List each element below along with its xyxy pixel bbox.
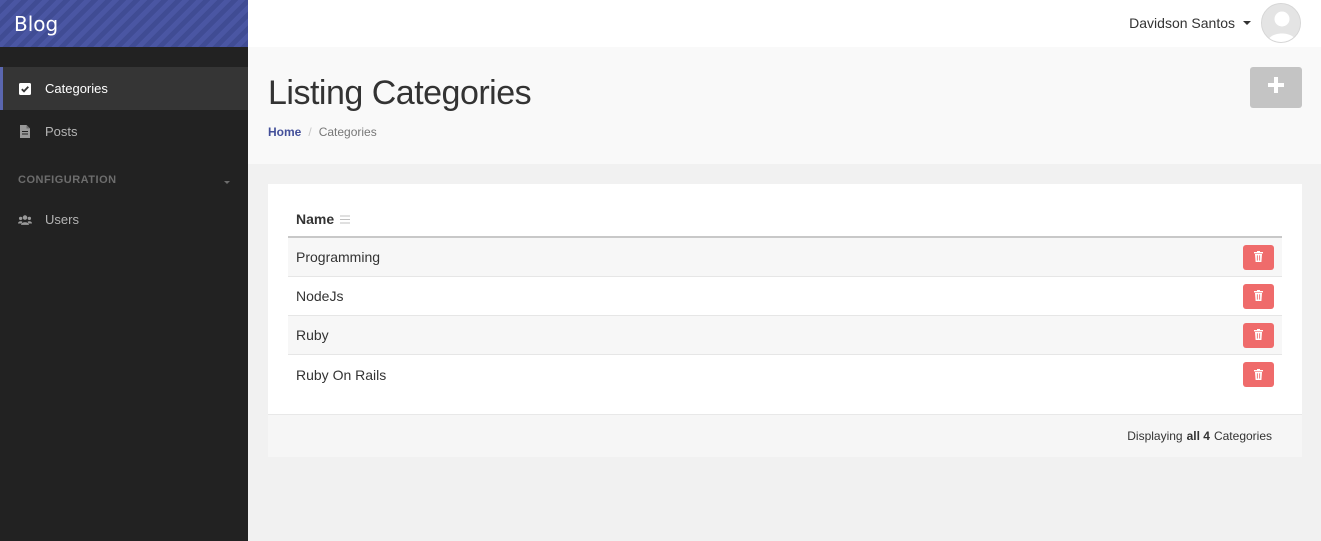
trash-icon	[1254, 249, 1263, 265]
table-body: Programming NodeJs Ruby Ruby On Rails	[288, 238, 1282, 394]
breadcrumb-separator: /	[308, 125, 312, 139]
category-name: Ruby	[296, 327, 329, 343]
brand[interactable]: Blog	[0, 0, 248, 47]
sort-icon[interactable]	[340, 211, 351, 227]
category-name: Programming	[296, 249, 381, 265]
brand-title[interactable]: Blog	[14, 12, 58, 36]
delete-button[interactable]	[1243, 283, 1274, 309]
section-header-label: CONFIGURATION	[18, 174, 117, 186]
categories-card: Name Programming NodeJs Ruby Ruby On Rai…	[268, 184, 1302, 457]
plus-icon	[1268, 77, 1284, 98]
chevron-down-icon	[224, 181, 230, 184]
file-icon	[18, 125, 32, 139]
add-category-button[interactable]	[1250, 67, 1302, 108]
footer-suffix: Categories	[1213, 429, 1272, 443]
sidebar-item-label: Posts	[45, 124, 78, 139]
category-name: Ruby On Rails	[296, 366, 387, 383]
table-row: Programming	[288, 238, 1282, 277]
delete-button[interactable]	[1243, 322, 1274, 348]
delete-button[interactable]	[1243, 244, 1274, 270]
trash-icon	[1254, 367, 1263, 383]
sidebar-item-label: Categories	[45, 81, 108, 96]
avatar[interactable]	[1261, 3, 1301, 43]
trash-icon	[1254, 288, 1263, 304]
breadcrumb: Home / Categories	[268, 125, 1321, 139]
footer-prefix: Displaying	[1127, 429, 1183, 443]
page-title: Listing Categories	[268, 74, 532, 112]
sidebar-item-categories[interactable]: Categories	[0, 67, 248, 110]
sidebar-item-posts[interactable]: Posts	[0, 110, 248, 153]
sidebar-section-configuration[interactable]: CONFIGURATION	[0, 153, 248, 198]
table-footer: Displaying all 4 Categories	[268, 414, 1302, 457]
trash-icon	[1254, 327, 1263, 343]
table-row: Ruby On Rails	[288, 355, 1282, 394]
users-icon	[18, 213, 32, 227]
breadcrumb-current: Categories	[318, 125, 377, 139]
table-row: Ruby	[288, 316, 1282, 355]
category-name: NodeJs	[296, 288, 344, 304]
delete-button[interactable]	[1243, 362, 1274, 387]
user-menu[interactable]: Davidson Santos	[1129, 3, 1301, 43]
user-name[interactable]: Davidson Santos	[1129, 15, 1235, 31]
caret-down-icon[interactable]	[1243, 21, 1251, 25]
categories-table: Name Programming NodeJs Ruby Ruby On Rai…	[288, 201, 1282, 394]
breadcrumb-home-link[interactable]: Home	[268, 125, 301, 139]
page-header: Listing Categories Home / Categories	[248, 47, 1321, 164]
footer-count: all 4	[1186, 429, 1210, 443]
sidebar-item-users[interactable]: Users	[0, 198, 248, 241]
column-header-name[interactable]: Name	[288, 201, 1282, 238]
sidebar: Blog Categories Posts CONFIGURATION User…	[0, 0, 248, 541]
sidebar-nav: Categories Posts CONFIGURATION Users	[0, 67, 248, 241]
topbar: Davidson Santos	[248, 0, 1321, 47]
sidebar-item-label: Users	[45, 212, 79, 227]
column-header-label: Name	[296, 210, 335, 227]
check-square-icon	[18, 82, 32, 96]
table-row: NodeJs	[288, 277, 1282, 316]
